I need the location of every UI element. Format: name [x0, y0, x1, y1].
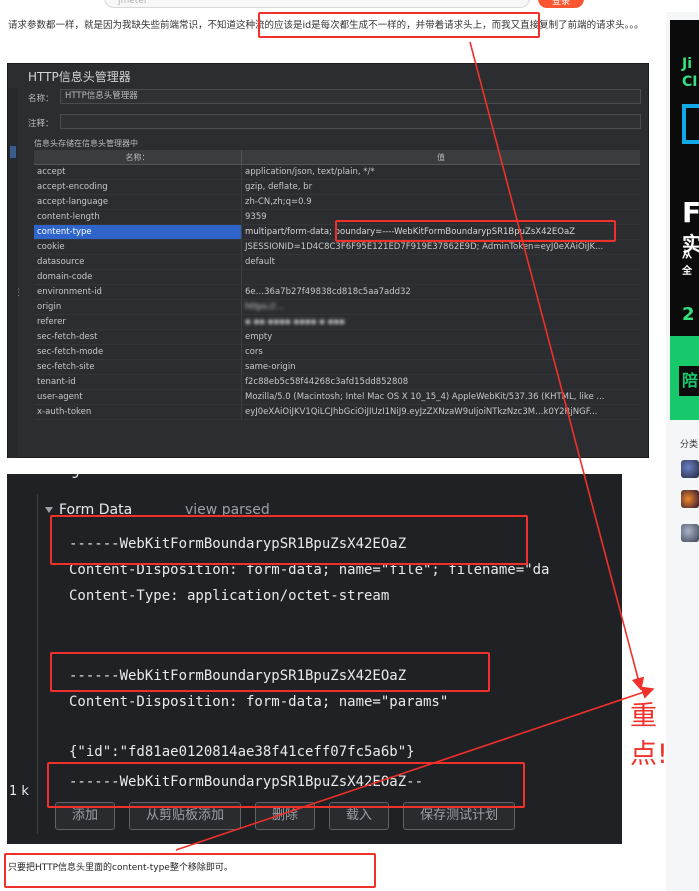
collapse-triangle-icon[interactable]	[45, 507, 53, 513]
header-value-cell[interactable]: gzip, deflate, br	[242, 180, 640, 194]
side-size-label: 1 k	[9, 784, 29, 799]
table-row[interactable]: origin https://…	[34, 300, 640, 315]
header-name-cell[interactable]: x-auth-token	[34, 405, 242, 419]
header-name-cell[interactable]: content-length	[34, 210, 242, 224]
comment-label: 注释：	[28, 119, 54, 129]
params-json-line: {"id":"fd81ae0120814ae38f41ceff07fc5a6b"…	[69, 744, 415, 760]
highlight-box-line1	[50, 515, 528, 565]
header-name-cell[interactable]: accept-language	[34, 195, 242, 209]
name-label: 名称：	[28, 94, 54, 104]
ad-text-1: Ji	[682, 56, 693, 72]
header-value-cell[interactable]: Mozilla/5.0 (Macintosh; Intel Mac OS X 1…	[242, 390, 640, 404]
table-row[interactable]: sec-fetch-mode cors	[34, 345, 640, 360]
ad-text-7: 2	[682, 304, 695, 325]
header-name-cell[interactable]: tenant-id	[34, 375, 242, 389]
column-header-name[interactable]: 名称：	[34, 150, 242, 164]
header-value-cell[interactable]: f2c88eb5c58f44268c3afd15dd852808	[242, 375, 640, 389]
table-header: 名称： 值	[34, 150, 640, 165]
table-row[interactable]: x-auth-token eyJ0eXAiOiJKV1QiLCJhbGciOiJI…	[34, 405, 640, 420]
table-row[interactable]: sec-fetch-site same-origin	[34, 360, 640, 375]
header-name-cell[interactable]: content-type	[34, 225, 242, 239]
table-row[interactable]: accept-encoding gzip, deflate, br	[34, 180, 640, 195]
ad-text-3: Fi	[682, 196, 699, 229]
header-value-cell[interactable]: same-origin	[242, 360, 640, 374]
highlight-box-line3	[47, 762, 525, 808]
sidebar-category-label: 分类	[680, 440, 699, 450]
header-value-cell[interactable]: zh-CN,zh;q=0.9	[242, 195, 640, 209]
header-value-cell[interactable]: cors	[242, 345, 640, 359]
sidebar-ad-banner[interactable]: Ji CI Fi 实 从 全 2	[670, 20, 699, 342]
header-name-cell[interactable]: environment-id	[34, 285, 242, 299]
header-name-cell[interactable]: accept	[34, 165, 242, 179]
header-value-cell[interactable]: JSESSIONID=1D4C8C3F6F95E121ED7F919E37862…	[242, 240, 640, 254]
ad-text-6: 全	[682, 266, 692, 277]
table-row[interactable]: referer ▪ ▪▪ ▪▪▪▪ ▪▪▪▪ ▪ ▪▪▪	[34, 315, 640, 330]
header-name-cell[interactable]: sec-fetch-site	[34, 360, 242, 374]
comment-field[interactable]	[60, 114, 641, 129]
column-header-value[interactable]: 值	[242, 150, 640, 164]
category-thumbnail-1[interactable]	[681, 460, 699, 478]
header-value-cell[interactable]: empty	[242, 330, 640, 344]
header-value-cell[interactable]	[242, 270, 640, 284]
ad-text-5: 从	[682, 250, 692, 261]
content-disposition-params: Content-Disposition: form-data; name="pa…	[69, 694, 449, 710]
search-input[interactable]	[104, 0, 530, 8]
table-row[interactable]: environment-id 6e…36a7b27f49838cd818c5aa7…	[34, 285, 640, 300]
ad-text-2: CI	[682, 74, 698, 90]
headers-stored-label: 信息头存储在信息头管理器中	[34, 139, 138, 148]
code-fragment: 9	[71, 474, 80, 482]
table-row[interactable]: datasource default	[34, 255, 640, 270]
sidebar-ad-green[interactable]: 陪	[670, 336, 699, 420]
table-row[interactable]: user-agent Mozilla/5.0 (Macintosh; Intel …	[34, 390, 640, 405]
annotation-note-line2: 点!	[630, 739, 668, 770]
header-name-cell[interactable]: cookie	[34, 240, 242, 254]
annotation-note-line1: 重	[630, 701, 657, 732]
ad-graphic	[682, 104, 699, 144]
header-value-cell[interactable]: default	[242, 255, 640, 269]
header-name-cell[interactable]: accept-encoding	[34, 180, 242, 194]
table-row[interactable]: cookie JSESSIONID=1D4C8C3F6F95E121ED7F919…	[34, 240, 640, 255]
header-name-cell[interactable]: datasource	[34, 255, 242, 269]
header-value-cell[interactable]: application/json, text/plain, */*	[242, 165, 640, 179]
divider	[37, 494, 38, 834]
panel-title: HTTP信息头管理器	[28, 70, 131, 84]
headers-table: 名称： 值 accept application/json, text/plain…	[34, 150, 640, 420]
highlight-box-bottom-text	[4, 853, 376, 888]
category-thumbnail-3[interactable]	[681, 524, 699, 542]
header-name-cell[interactable]: sec-fetch-dest	[34, 330, 242, 344]
highlight-box-boundary	[335, 220, 616, 242]
search-input-value: jmeter	[118, 0, 148, 6]
header-value-cell[interactable]: ▪ ▪▪ ▪▪▪▪ ▪▪▪▪ ▪ ▪▪▪	[242, 315, 640, 329]
header-name-cell[interactable]: origin	[34, 300, 242, 314]
table-row[interactable]: domain-code	[34, 270, 640, 285]
header-name-cell[interactable]: sec-fetch-mode	[34, 345, 242, 359]
header-value-cell[interactable]: 6e…36a7b27f49838cd818c5aa7add32	[242, 285, 640, 299]
header-name-cell[interactable]: referer	[34, 315, 242, 329]
splitter-handle-icon[interactable]: ⋮	[14, 288, 23, 298]
table-row[interactable]: accept application/json, text/plain, */*	[34, 165, 640, 180]
category-thumbnail-2[interactable]	[681, 490, 699, 508]
header-name-cell[interactable]: domain-code	[34, 270, 242, 284]
jmeter-header-manager-panel: ⋮ HTTP信息头管理器 名称： HTTP信息头管理器 注释： 信息头存储在信息…	[7, 63, 649, 458]
header-value-cell[interactable]: eyJ0eXAiOiJKV1QiLCJhbGciOiJIUzI1NiJ9.eyJ…	[242, 405, 640, 419]
table-row[interactable]: sec-fetch-dest empty	[34, 330, 640, 345]
ad-green-char: 陪	[679, 366, 699, 396]
header-name-cell[interactable]: user-agent	[34, 390, 242, 404]
highlight-box-text	[258, 12, 540, 38]
tree-selection-mark	[10, 146, 16, 158]
table-row[interactable]: tenant-id f2c88eb5c58f44268c3afd15dd85280…	[34, 375, 640, 390]
jmeter-tree-strip	[8, 88, 18, 458]
name-field[interactable]: HTTP信息头管理器	[60, 89, 641, 104]
highlight-box-line2	[50, 652, 490, 692]
screenshot-root: jmeter 登录 请求参数都一样，就是因为我缺失些前端常识，不知道这种流的应该…	[0, 0, 699, 891]
content-type-line: Content-Type: application/octet-stream	[69, 588, 390, 604]
table-row[interactable]: accept-language zh-CN,zh;q=0.9	[34, 195, 640, 210]
header-value-cell[interactable]: https://…	[242, 300, 640, 314]
login-button[interactable]: 登录	[538, 0, 584, 8]
